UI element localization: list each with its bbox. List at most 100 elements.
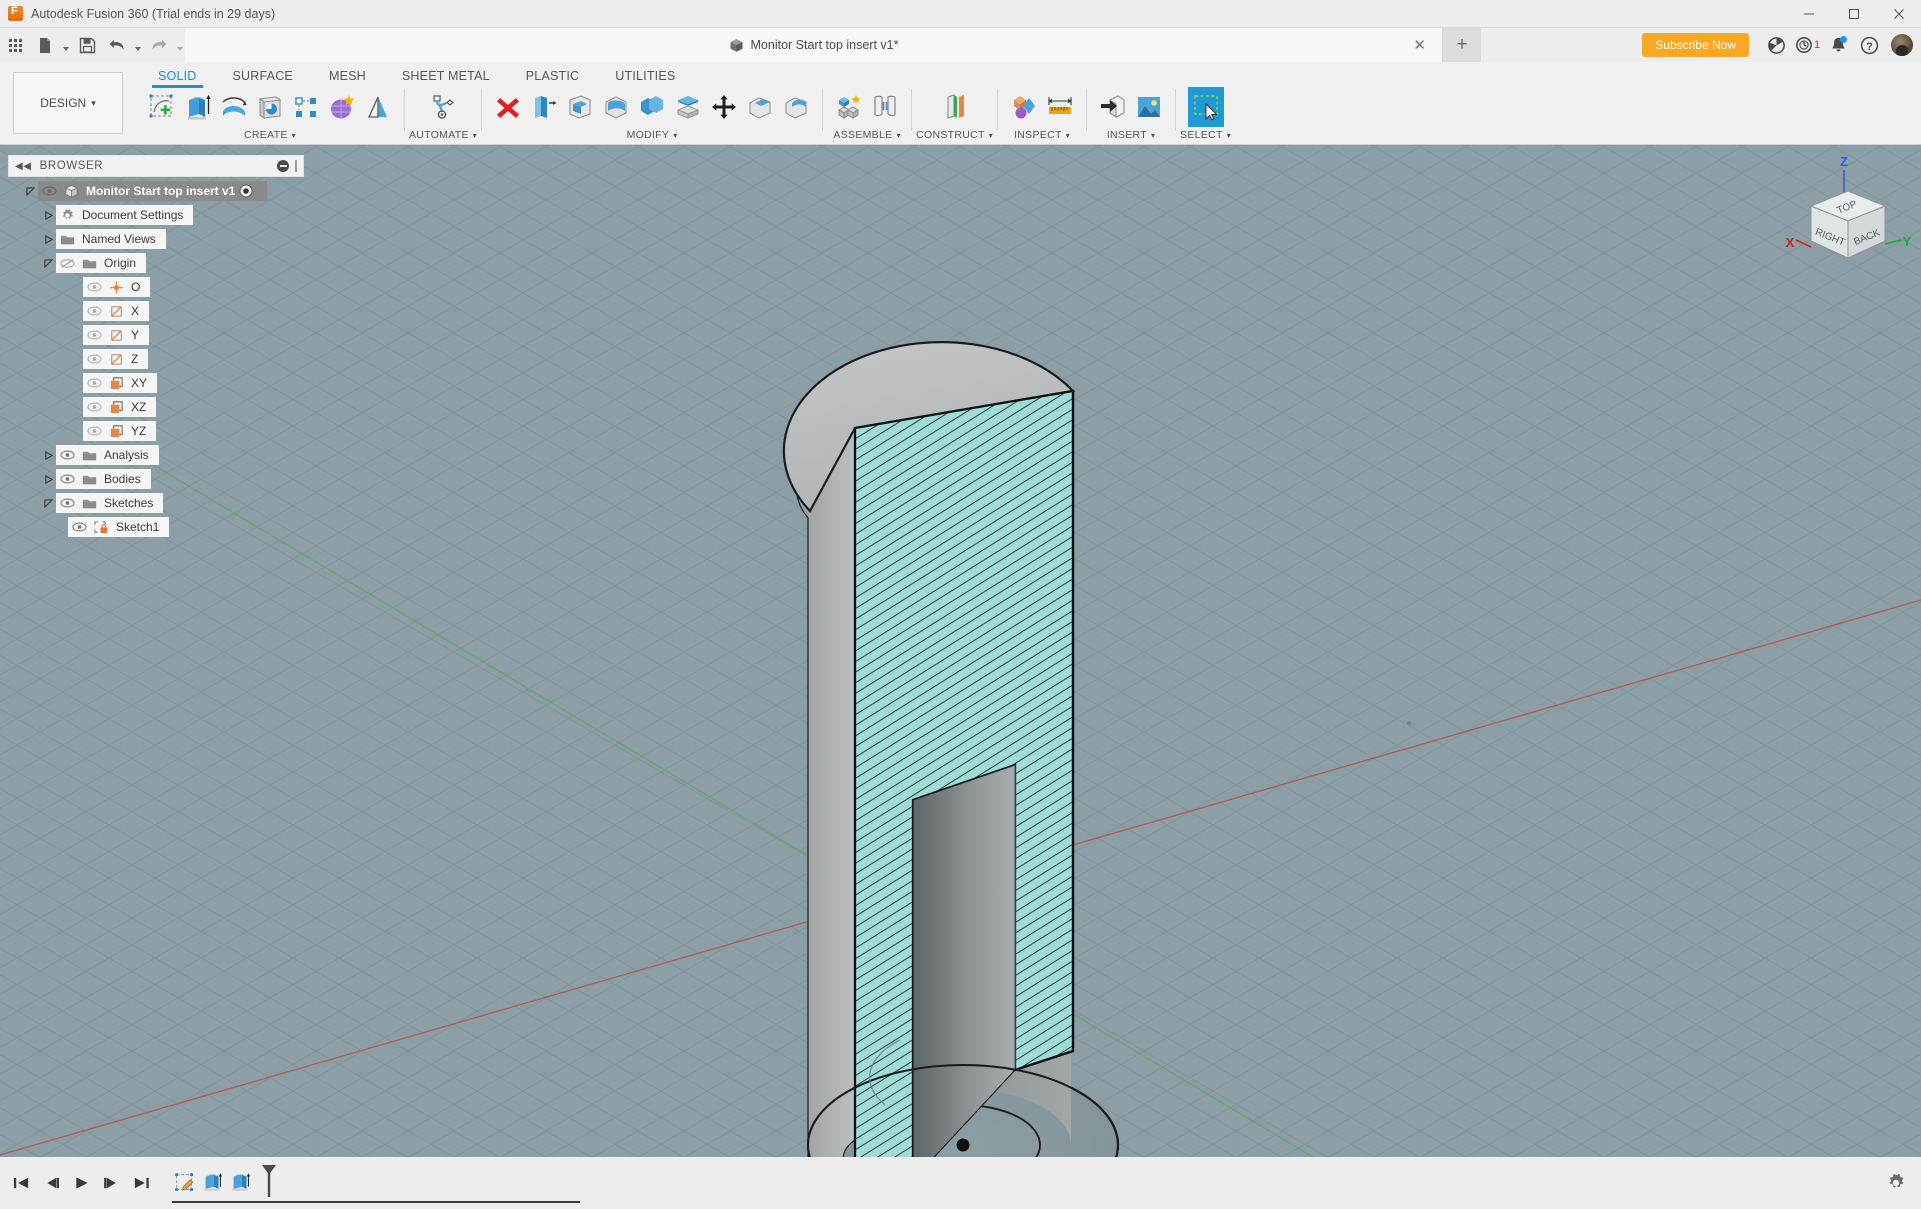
- jump-to-start-button[interactable]: [8, 1170, 34, 1196]
- collapse-left-icon[interactable]: ◀◀: [15, 161, 32, 172]
- insert-derive-button[interactable]: [1095, 87, 1131, 127]
- measure-button[interactable]: [1042, 87, 1078, 127]
- job-status-button[interactable]: 1: [1792, 30, 1823, 61]
- save-button[interactable]: [72, 30, 102, 60]
- tree-item-axis-x[interactable]: X: [8, 301, 304, 321]
- visibility-eye-icon[interactable]: [56, 474, 78, 484]
- tree-item-plane-yz[interactable]: YZ: [8, 421, 304, 441]
- create-form-button[interactable]: [324, 87, 360, 127]
- tree-item-root[interactable]: Monitor Start top insert v1: [8, 181, 304, 201]
- tree-item-origin[interactable]: Origin: [8, 253, 304, 273]
- tree-item-plane-xy[interactable]: XY: [8, 373, 304, 393]
- visibility-eye-icon[interactable]: [38, 186, 60, 196]
- revolve-button[interactable]: [216, 87, 252, 127]
- expander-down-icon[interactable]: [40, 258, 56, 268]
- visibility-eye-hidden-icon[interactable]: [56, 258, 78, 269]
- visibility-eye-icon[interactable]: [56, 498, 78, 508]
- visibility-eye-icon[interactable]: [83, 354, 105, 364]
- draft-button[interactable]: [360, 87, 396, 127]
- tab-mesh[interactable]: MESH: [311, 62, 384, 88]
- subscribe-now-button[interactable]: Subscribe Now: [1642, 33, 1749, 57]
- timeline-settings[interactable]: [1885, 1172, 1921, 1194]
- expander-right-icon[interactable]: [40, 474, 56, 484]
- tree-item-axis-z[interactable]: Z: [8, 349, 304, 369]
- chamfer-button[interactable]: [742, 87, 778, 127]
- rectangular-pattern-button[interactable]: [288, 87, 324, 127]
- document-tab[interactable]: Monitor Start top insert v1* ✕: [185, 28, 1443, 62]
- delete-button[interactable]: [490, 87, 526, 127]
- workspace-switcher[interactable]: DESIGN ▾: [13, 72, 123, 134]
- group-label-construct[interactable]: CONSTRUCT ▾: [916, 129, 993, 141]
- play-button[interactable]: [68, 1170, 94, 1196]
- group-label-assemble[interactable]: ASSEMBLE ▾: [833, 129, 900, 141]
- fillet-button[interactable]: [562, 87, 598, 127]
- expander-down-icon[interactable]: [22, 186, 38, 196]
- visibility-eye-icon[interactable]: [83, 282, 105, 292]
- draft-modify-button[interactable]: [778, 87, 814, 127]
- offset-plane-button[interactable]: [937, 87, 973, 127]
- timeline-sketch1-feature[interactable]: [172, 1168, 198, 1198]
- timeline-extrude1-feature[interactable]: [200, 1168, 226, 1198]
- select-window-button[interactable]: [1187, 87, 1224, 127]
- visibility-eye-icon[interactable]: [68, 522, 90, 532]
- tree-item-origin-point[interactable]: O: [8, 277, 304, 297]
- group-label-create[interactable]: CREATE ▾: [244, 129, 296, 141]
- tab-surface[interactable]: SURFACE: [215, 62, 311, 88]
- extension-manager-button[interactable]: [1761, 30, 1792, 61]
- tab-plastic[interactable]: PLASTIC: [508, 62, 598, 88]
- tree-item-document-settings[interactable]: Document Settings: [8, 205, 304, 225]
- visibility-eye-icon[interactable]: [83, 426, 105, 436]
- visibility-eye-icon[interactable]: [56, 450, 78, 460]
- press-pull-button[interactable]: [526, 87, 562, 127]
- group-label-insert[interactable]: INSERT ▾: [1107, 129, 1155, 141]
- new-component-button[interactable]: [831, 87, 867, 127]
- visibility-eye-icon[interactable]: [83, 306, 105, 316]
- maximize-button[interactable]: [1831, 0, 1876, 28]
- group-label-inspect[interactable]: INSPECT ▾: [1014, 129, 1070, 141]
- create-sketch-button[interactable]: [144, 87, 180, 127]
- circle-minus-icon[interactable]: [277, 160, 289, 172]
- undo-button[interactable]: [102, 30, 132, 60]
- group-label-automate[interactable]: AUTOMATE ▾: [409, 129, 477, 141]
- joint-button[interactable]: [867, 87, 903, 127]
- undo-dropdown[interactable]: [132, 30, 144, 60]
- offset-face-button[interactable]: [670, 87, 706, 127]
- expander-right-icon[interactable]: [40, 450, 56, 460]
- expander-right-icon[interactable]: [40, 234, 56, 244]
- shell-button[interactable]: [598, 87, 634, 127]
- tab-utilities[interactable]: UTILITIES: [597, 62, 693, 88]
- extrude-button[interactable]: [180, 87, 216, 127]
- jump-to-end-button[interactable]: [128, 1170, 154, 1196]
- notifications-button[interactable]: [1823, 30, 1854, 61]
- help-button[interactable]: ?: [1854, 30, 1885, 61]
- view-cube[interactable]: Z X Y TOP RIGHT BACK: [1781, 150, 1916, 270]
- tree-item-bodies[interactable]: Bodies: [8, 469, 304, 489]
- expander-right-icon[interactable]: [40, 210, 56, 220]
- close-button[interactable]: [1876, 0, 1921, 28]
- tree-item-axis-y[interactable]: Y: [8, 325, 304, 345]
- visibility-eye-icon[interactable]: [83, 378, 105, 388]
- new-file-button[interactable]: [30, 30, 60, 60]
- activate-component-radio[interactable]: [235, 184, 257, 198]
- tree-item-sketch1[interactable]: Sketch1: [8, 517, 304, 537]
- tab-sheet-metal[interactable]: SHEET METAL: [384, 62, 508, 88]
- step-back-button[interactable]: [38, 1170, 64, 1196]
- panel-grip-icon[interactable]: [295, 160, 297, 172]
- timeline-end-marker[interactable]: [258, 1164, 280, 1203]
- timeline-extrude2-feature[interactable]: [228, 1168, 254, 1198]
- visibility-eye-icon[interactable]: [83, 402, 105, 412]
- close-icon[interactable]: ✕: [1413, 36, 1426, 54]
- combine-button[interactable]: [634, 87, 670, 127]
- tab-solid[interactable]: SOLID: [140, 62, 215, 88]
- move-copy-button[interactable]: [706, 87, 742, 127]
- insert-canvas-button[interactable]: [1131, 87, 1167, 127]
- sweep-button[interactable]: [252, 87, 288, 127]
- show-data-panel-button[interactable]: [0, 30, 30, 60]
- visibility-eye-icon[interactable]: [83, 330, 105, 340]
- tree-item-plane-xz[interactable]: XZ: [8, 397, 304, 417]
- 3d-viewport[interactable]: ◀◀ BROWSER Monitor Start top insert v1 D…: [0, 145, 1921, 1209]
- expander-down-icon[interactable]: [40, 498, 56, 508]
- tree-item-analysis[interactable]: Analysis: [8, 445, 304, 465]
- minimize-button[interactable]: [1786, 0, 1831, 28]
- avatar[interactable]: [1891, 34, 1913, 56]
